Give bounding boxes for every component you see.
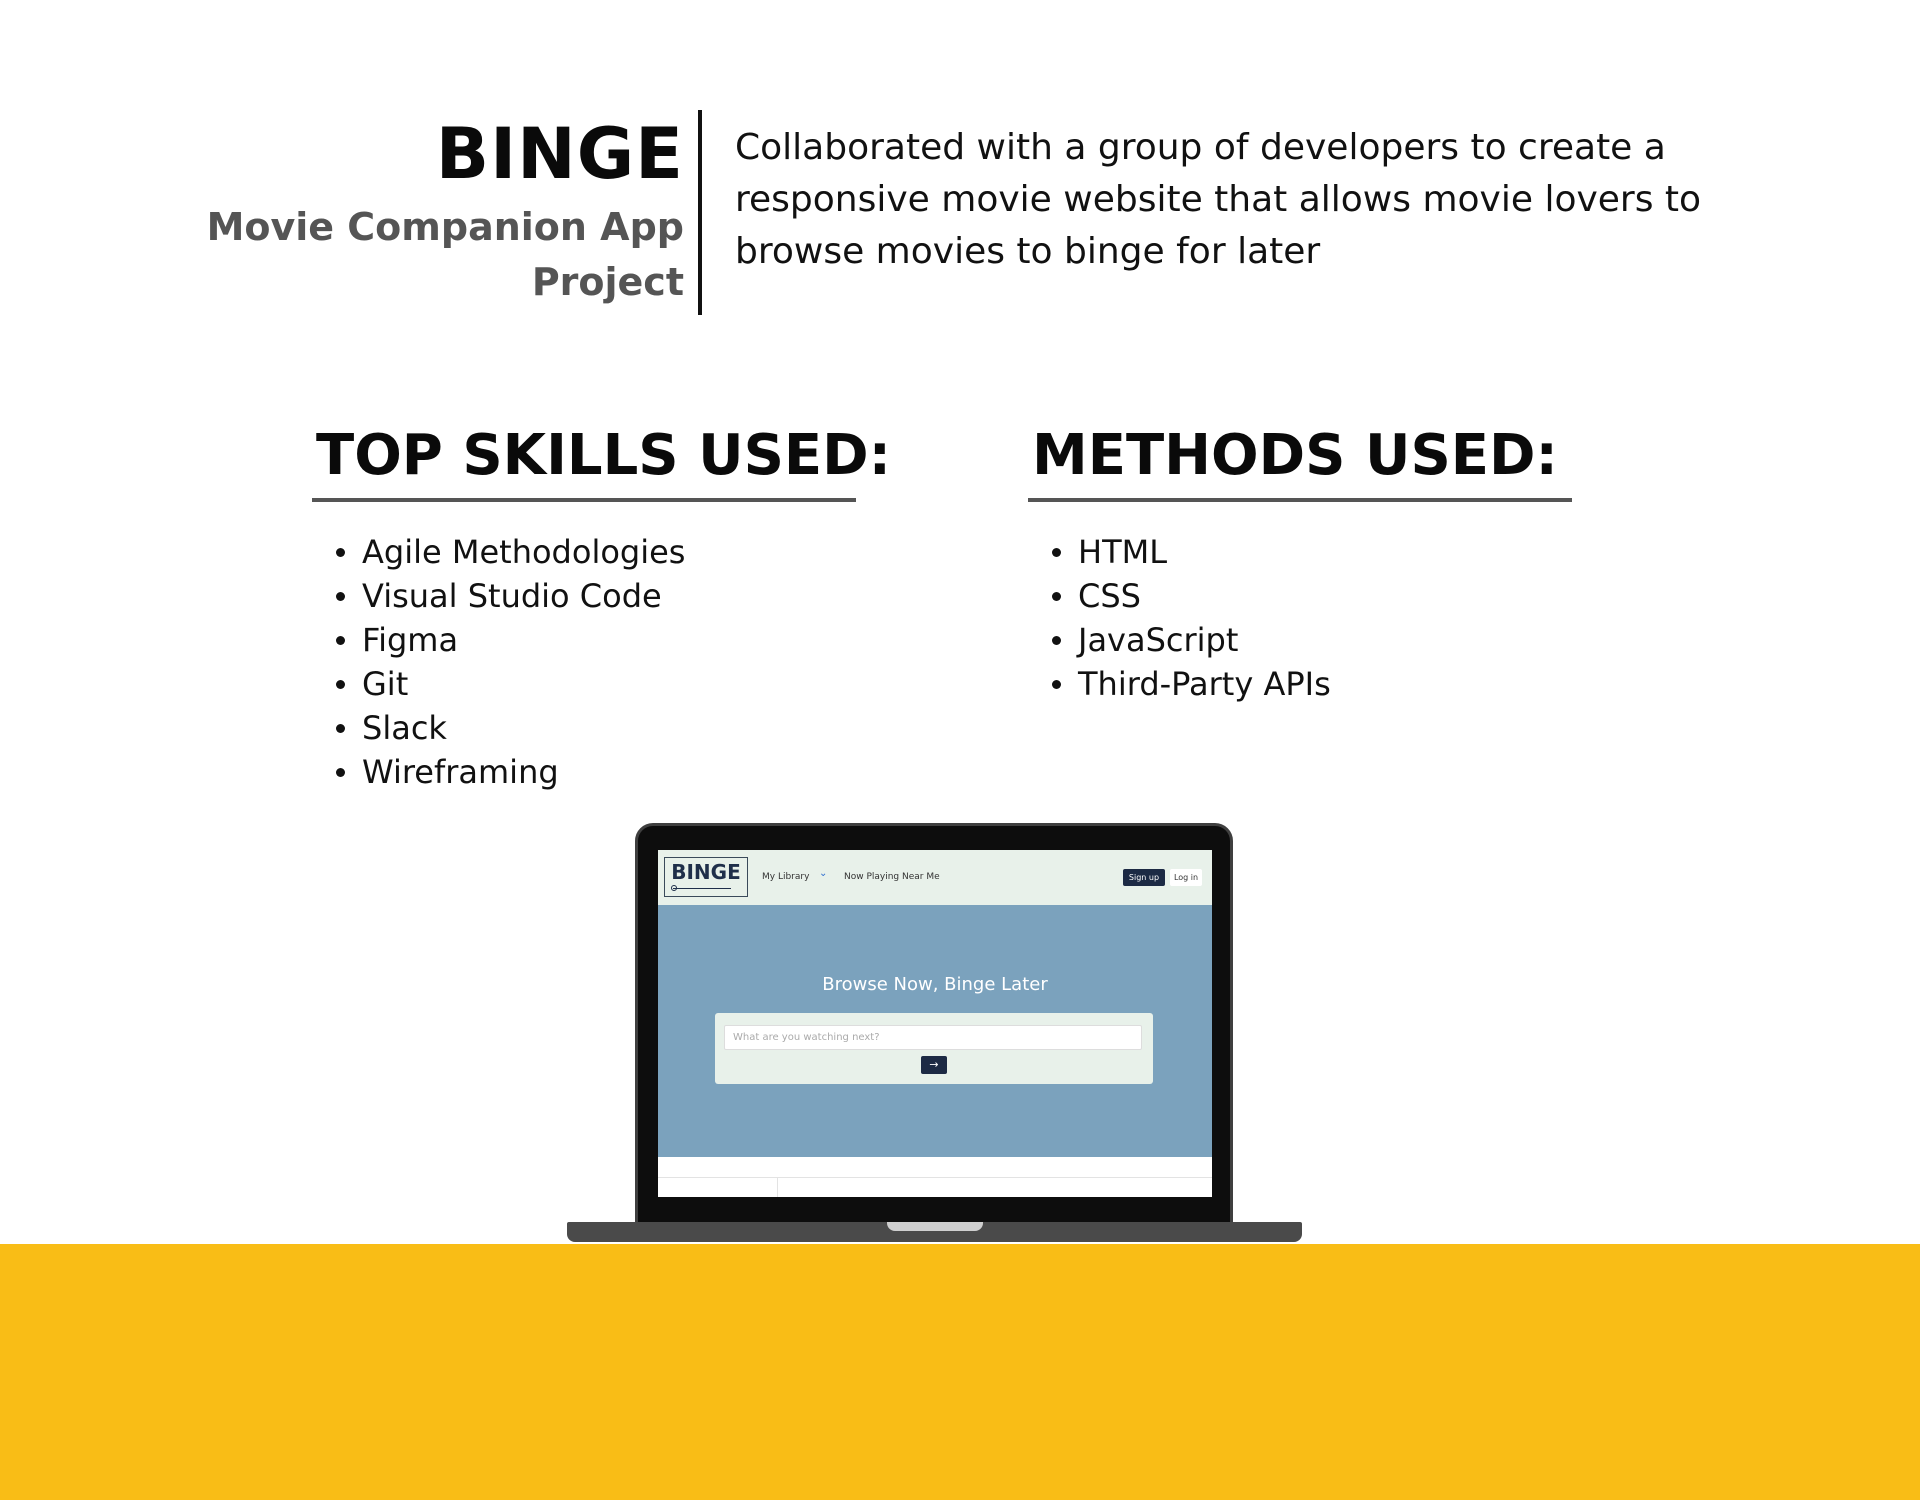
bullet-icon xyxy=(336,680,345,689)
nav-now-playing[interactable]: Now Playing Near Me xyxy=(844,871,940,883)
project-subtitle-line-1: Movie Companion App xyxy=(206,205,684,249)
methods-heading: METHODS USED: xyxy=(1028,422,1572,502)
project-name: BINGE xyxy=(435,113,684,195)
methods-list: HTML CSS JavaScript Third-Party APIs xyxy=(1028,530,1572,706)
skill-label: Slack xyxy=(362,709,447,747)
list-item: Visual Studio Code xyxy=(312,574,856,618)
project-subtitle: Movie Companion App Project xyxy=(150,200,684,310)
bullet-icon xyxy=(336,592,345,601)
top-skills-list: Agile Methodologies Visual Studio Code F… xyxy=(312,530,856,794)
footer-band xyxy=(0,1244,1920,1500)
skill-label: Visual Studio Code xyxy=(362,577,662,615)
website-screenshot: BINGE My Library ⌄ Now Playing Near Me S… xyxy=(658,850,1212,1197)
search-input[interactable]: What are you watching next? xyxy=(724,1025,1142,1050)
skill-label: Git xyxy=(362,665,409,703)
method-label: Third-Party APIs xyxy=(1078,665,1331,703)
list-item: Git xyxy=(312,662,856,706)
list-item: Third-Party APIs xyxy=(1028,662,1572,706)
bullet-icon xyxy=(1052,636,1061,645)
list-item: JavaScript xyxy=(1028,618,1572,662)
project-description: Collaborated with a group of developers … xyxy=(735,127,1702,272)
method-label: CSS xyxy=(1078,577,1141,615)
bullet-icon xyxy=(336,768,345,777)
hero-title: Browse Now, Binge Later xyxy=(822,974,1048,995)
skill-label: Figma xyxy=(362,621,459,659)
methods-section: METHODS USED: HTML CSS JavaScript Third-… xyxy=(1028,422,1572,706)
page-column-divider xyxy=(777,1177,778,1197)
logo-underline xyxy=(673,888,731,889)
site-logo-text: BINGE xyxy=(671,860,741,884)
list-item: Wireframing xyxy=(312,750,856,794)
project-subtitle-line-2: Project xyxy=(531,260,684,304)
bullet-icon xyxy=(1052,592,1061,601)
signup-button[interactable]: Sign up xyxy=(1123,869,1165,886)
header-divider xyxy=(698,110,702,315)
site-logo[interactable]: BINGE xyxy=(664,857,748,897)
list-item: Slack xyxy=(312,706,856,750)
bullet-icon xyxy=(1052,680,1061,689)
bullet-icon xyxy=(336,724,345,733)
method-label: JavaScript xyxy=(1078,621,1239,659)
list-item: CSS xyxy=(1028,574,1572,618)
search-submit-button[interactable]: → xyxy=(921,1056,947,1074)
bullet-icon xyxy=(1052,548,1061,557)
list-item: Agile Methodologies xyxy=(312,530,856,574)
chevron-down-icon[interactable]: ⌄ xyxy=(819,868,827,879)
page-section-divider xyxy=(658,1177,1212,1178)
list-item: HTML xyxy=(1028,530,1572,574)
laptop-notch xyxy=(887,1222,983,1231)
project-title-block: BINGE Movie Companion App Project xyxy=(150,112,684,310)
nav-my-library[interactable]: My Library xyxy=(762,871,809,883)
bullet-icon xyxy=(336,636,345,645)
login-button[interactable]: Log in xyxy=(1170,869,1202,886)
site-navbar: BINGE My Library ⌄ Now Playing Near Me S… xyxy=(658,850,1212,905)
skill-label: Wireframing xyxy=(362,753,559,791)
skill-label: Agile Methodologies xyxy=(362,533,686,571)
top-skills-section: TOP SKILLS USED: Agile Methodologies Vis… xyxy=(312,422,891,794)
arrow-right-icon: → xyxy=(929,1058,939,1071)
method-label: HTML xyxy=(1078,533,1168,571)
bullet-icon xyxy=(336,548,345,557)
top-skills-heading: TOP SKILLS USED: xyxy=(312,422,891,502)
list-item: Figma xyxy=(312,618,856,662)
